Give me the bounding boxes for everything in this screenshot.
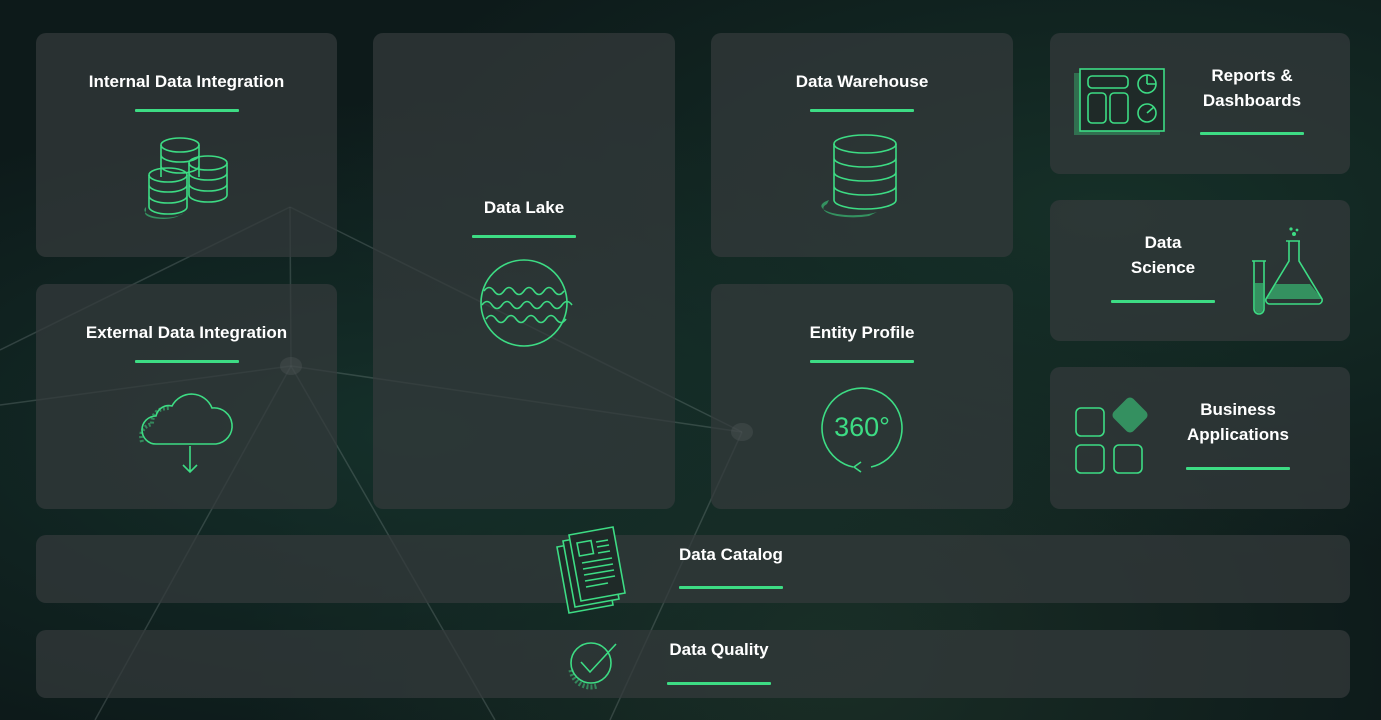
title-underline bbox=[810, 360, 914, 363]
card-title: Data Lake bbox=[483, 198, 565, 217]
card-title: Data Warehouse bbox=[795, 72, 929, 91]
dashboard-icon bbox=[1074, 68, 1166, 138]
title-underline bbox=[1111, 300, 1215, 303]
documents-icon bbox=[555, 525, 633, 615]
card-reports-dashboards[interactable]: Reports & Dashboards bbox=[1050, 33, 1350, 174]
title-underline bbox=[667, 682, 771, 685]
icon-360-text: 360° bbox=[834, 412, 890, 442]
title-underline bbox=[135, 360, 239, 363]
card-data-catalog[interactable]: Data Catalog bbox=[36, 526, 1350, 614]
title-underline bbox=[679, 586, 783, 589]
title-underline bbox=[1186, 467, 1290, 470]
card-internal-data-integration[interactable]: Internal Data Integration bbox=[36, 33, 337, 257]
database-icon bbox=[821, 134, 899, 218]
title-underline bbox=[135, 109, 239, 112]
check-circle-icon bbox=[567, 642, 619, 690]
card-title: Data Catalog bbox=[679, 545, 783, 564]
card-title: Entity Profile bbox=[809, 323, 915, 342]
card-entity-profile[interactable]: Entity Profile 360° bbox=[711, 284, 1013, 509]
title-underline bbox=[810, 109, 914, 112]
card-external-data-integration[interactable]: External Data Integration bbox=[36, 284, 337, 509]
card-data-quality[interactable]: Data Quality bbox=[36, 630, 1350, 698]
cloud-download-icon bbox=[138, 384, 236, 476]
card-title: Data Quality bbox=[669, 640, 769, 659]
card-title-line2: Dashboards bbox=[1202, 91, 1302, 110]
card-title-line1: Data bbox=[1144, 233, 1182, 252]
card-title-line1: Reports & bbox=[1211, 66, 1293, 85]
card-title-line1: Business bbox=[1200, 400, 1276, 419]
card-data-warehouse[interactable]: Data Warehouse bbox=[711, 33, 1013, 257]
card-business-applications[interactable]: Business Applications bbox=[1050, 367, 1350, 509]
lab-flask-icon bbox=[1250, 227, 1328, 315]
card-title-line2: Applications bbox=[1186, 425, 1289, 444]
title-underline bbox=[472, 235, 576, 238]
database-stack-icon bbox=[140, 133, 235, 223]
apps-grid-icon bbox=[1075, 397, 1153, 477]
card-title-line2: Science bbox=[1130, 258, 1196, 277]
card-title: External Data Integration bbox=[85, 323, 288, 342]
waves-circle-icon bbox=[480, 259, 573, 347]
rotate-360-icon: 360° bbox=[819, 385, 905, 473]
card-data-science[interactable]: Data Science bbox=[1050, 200, 1350, 341]
card-title: Internal Data Integration bbox=[88, 72, 285, 91]
title-underline bbox=[1200, 132, 1304, 135]
card-data-lake[interactable]: Data Lake bbox=[373, 33, 675, 509]
